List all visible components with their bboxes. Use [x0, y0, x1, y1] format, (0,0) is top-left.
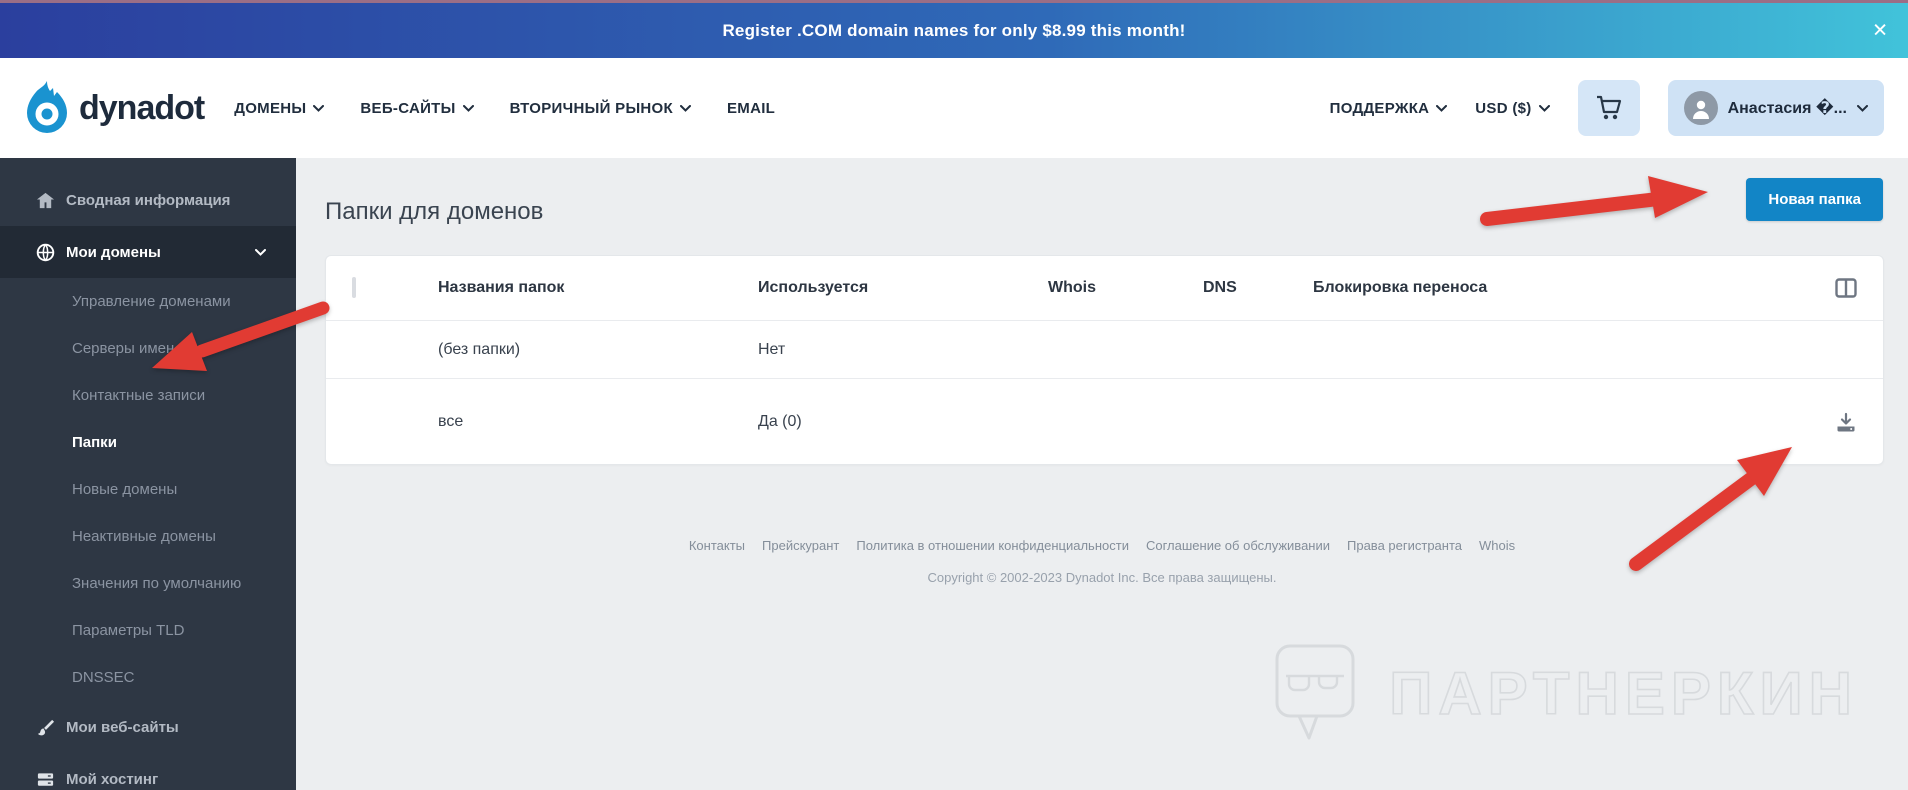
sidebar-item-inactive-domains[interactable]: Неактивные домены	[0, 513, 296, 560]
footer-link-whois[interactable]: Whois	[1479, 538, 1515, 553]
watermark: ПАРТНЕРКИН	[1273, 640, 1858, 746]
globe-icon	[36, 243, 55, 261]
currency-label: USD ($)	[1475, 99, 1532, 117]
footer-link-service-agreement[interactable]: Соглашение об обслуживании	[1146, 538, 1330, 553]
sidebar-item-label: Мои домены	[66, 243, 161, 261]
table-header-row: Названия папок Используется Whois DNS Бл…	[326, 256, 1883, 320]
cart-icon	[1596, 95, 1621, 120]
sidebar-item-contact-records[interactable]: Контактные записи	[0, 372, 296, 419]
folder-name-cell[interactable]: все	[438, 413, 758, 431]
sidebar: Сводная информация Мои домены Управление…	[0, 158, 296, 790]
page-title: Папки для доменов	[325, 198, 544, 225]
brush-icon	[37, 719, 55, 735]
sidebar-item-my-domains[interactable]: Мои домены	[0, 226, 296, 278]
person-icon	[1692, 100, 1709, 119]
chevron-down-icon	[313, 104, 325, 112]
avatar	[1683, 91, 1718, 125]
sidebar-item-dnssec[interactable]: DNSSEC	[0, 654, 296, 701]
dynadot-logo[interactable]: dynadot	[24, 79, 205, 138]
col-header-in-use: Используется	[758, 279, 869, 296]
footer-link-privacy[interactable]: Политика в отношении конфиденциальности	[856, 538, 1129, 553]
sidebar-item-tld-settings[interactable]: Параметры TLD	[0, 607, 296, 654]
sidebar-item-summary[interactable]: Сводная информация	[0, 174, 296, 226]
support-label: ПОДДЕРЖКА	[1329, 99, 1430, 117]
support-menu[interactable]: ПОДДЕРЖКА	[1330, 100, 1448, 117]
chevron-down-icon	[679, 104, 691, 112]
sidebar-item-label: Сводная информация	[66, 191, 231, 209]
footer-link-contacts[interactable]: Контакты	[689, 538, 745, 553]
sidebar-item-defaults[interactable]: Значения по умолчанию	[0, 560, 296, 607]
main-content: Папки для доменов Новая папка Названия п…	[296, 158, 1908, 790]
sidebar-item-my-websites[interactable]: Мои веб-сайты	[0, 701, 296, 753]
app-header: dynadot ДОМЕНЫ ВЕБ-САЙТЫ ВТОРИЧНЫЙ РЫНОК…	[0, 58, 1908, 158]
footer-link-pricing[interactable]: Прейскурант	[762, 538, 839, 553]
table-row: (без папки) Нет	[326, 320, 1883, 378]
promo-text: Register .COM domain names for only $8.9…	[722, 20, 1186, 40]
nav-email[interactable]: EMAIL	[727, 100, 775, 117]
sidebar-item-label: Мой хостинг	[66, 770, 159, 788]
sidebar-item-manage-domains[interactable]: Управление доменами	[0, 278, 296, 325]
table-row: все Да (0)	[326, 378, 1883, 464]
new-folder-button[interactable]: Новая папка	[1746, 178, 1883, 221]
col-header-dns: DNS	[1203, 279, 1237, 296]
promo-banner: Register .COM domain names for only $8.9…	[0, 0, 1908, 58]
chevron-down-icon	[1857, 104, 1868, 112]
copyright-text: Copyright © 2002-2023 Dynadot Inc. Все п…	[927, 570, 1277, 585]
footer-link-registrant-rights[interactable]: Права регистранта	[1347, 538, 1462, 553]
folder-name-cell[interactable]: (без папки)	[438, 341, 758, 359]
chevron-down-icon	[462, 104, 474, 112]
col-header-whois: Whois	[1048, 279, 1096, 296]
partnerkin-bubble-icon	[1275, 644, 1355, 740]
footer: Контакты Прейскурант Политика в отношени…	[296, 537, 1908, 585]
nav-email-label: EMAIL	[726, 99, 776, 117]
sidebar-item-label: Мои веб-сайты	[66, 718, 179, 736]
col-header-transfer-lock: Блокировка переноса	[1313, 279, 1488, 296]
sidebar-item-name-servers[interactable]: Серверы имен	[0, 325, 296, 372]
col-header-folder-names: Названия папок	[438, 279, 565, 296]
chevron-down-icon	[255, 248, 266, 256]
user-name: Анастасия �...	[1727, 100, 1847, 117]
flame-logo-icon	[24, 79, 70, 138]
main-nav: ДОМЕНЫ ВЕБ-САЙТЫ ВТОРИЧНЫЙ РЫНОК EMAIL	[234, 100, 775, 117]
watermark-text: ПАРТНЕРКИН	[1388, 659, 1858, 728]
user-account-menu[interactable]: Анастасия �...	[1667, 80, 1884, 136]
folders-table: Названия папок Используется Whois DNS Бл…	[325, 255, 1884, 465]
sidebar-item-new-domains[interactable]: Новые домены	[0, 466, 296, 513]
home-icon	[36, 192, 55, 208]
chevron-down-icon	[1436, 104, 1448, 112]
sidebar-item-folders[interactable]: Папки	[0, 419, 296, 466]
chevron-down-icon	[1538, 104, 1550, 112]
select-all-checkbox[interactable]	[352, 277, 356, 298]
currency-selector[interactable]: USD ($)	[1475, 99, 1550, 117]
nav-websites[interactable]: ВЕБ-САЙТЫ	[360, 99, 474, 117]
sidebar-item-my-hosting[interactable]: Мой хостинг	[0, 753, 296, 790]
cart-button[interactable]	[1577, 80, 1640, 136]
server-icon	[37, 772, 54, 786]
header-right-cluster: ПОДДЕРЖКА USD ($) Анастасия �...	[1330, 80, 1884, 136]
in-use-cell: Да (0)	[758, 412, 802, 430]
nav-websites-label: ВЕБ-САЙТЫ	[360, 99, 456, 117]
close-icon[interactable]: ✕	[1872, 21, 1888, 40]
nav-domains-label: ДОМЕНЫ	[234, 99, 307, 117]
download-icon[interactable]	[1835, 411, 1857, 433]
brand-name: dynadot	[79, 88, 205, 127]
nav-aftermarket-label: ВТОРИЧНЫЙ РЫНОК	[509, 99, 673, 117]
columns-icon[interactable]	[1835, 278, 1857, 298]
nav-domains[interactable]: ДОМЕНЫ	[234, 99, 325, 117]
in-use-cell: Нет	[758, 340, 786, 358]
nav-aftermarket[interactable]: ВТОРИЧНЫЙ РЫНОК	[510, 100, 691, 117]
